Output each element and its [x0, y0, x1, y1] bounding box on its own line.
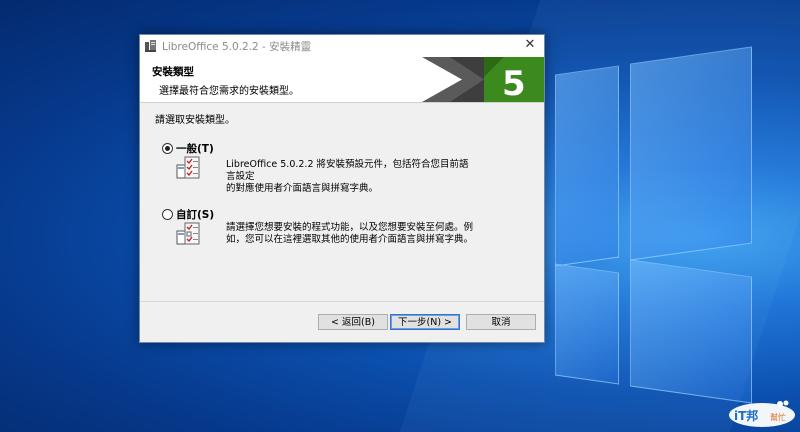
windows-logo-pane: [555, 65, 619, 267]
wizard-body: 請選取安裝類型。 一般(T) LibreOffice 5.0.2.2 將安裝預設…: [140, 103, 544, 301]
typical-install-icon: [176, 156, 200, 179]
cancel-button[interactable]: 取消: [466, 314, 536, 330]
typical-description-line1: LibreOffice 5.0.2.2 將安裝預設元件，包括符合您目前語言設定: [226, 159, 469, 182]
wizard-header: 安裝類型 選擇最符合您需求的安裝類型。 5: [140, 57, 544, 103]
windows-logo-pane: [555, 263, 619, 385]
title-bar[interactable]: LibreOffice 5.0.2.2 - 安裝精靈 ✕: [140, 35, 544, 58]
radio-custom[interactable]: 自訂(S): [162, 207, 214, 222]
page-subtitle: 選擇最符合您需求的安裝類型。: [159, 86, 299, 97]
page-title: 安裝類型: [152, 66, 194, 78]
ithome-watermark-logo: iT邦 幫忙: [729, 400, 795, 427]
radio-typical[interactable]: 一般(T): [162, 141, 214, 156]
watermark-text-main: iT邦: [734, 408, 758, 423]
custom-description-line2: 如，您可以在這裡選取其他的使用者介面語言與拼寫字典。: [226, 234, 474, 245]
radio-label-custom[interactable]: 自訂(S): [176, 207, 214, 222]
window-title: LibreOffice 5.0.2.2 - 安裝精靈: [162, 41, 312, 53]
radio-label-typical[interactable]: 一般(T): [176, 141, 214, 156]
close-icon[interactable]: ✕: [522, 37, 538, 53]
libreoffice-app-icon: [145, 40, 156, 52]
custom-description-line1: 請選擇您想要安裝的程式功能，以及您想要安裝至何處。例: [226, 222, 474, 233]
banner-number: 5: [502, 64, 526, 102]
next-button[interactable]: 下一步(N) >: [390, 314, 460, 330]
back-button[interactable]: < 返回(B): [318, 314, 388, 330]
instruction-text: 請選取安裝類型。: [155, 115, 235, 126]
installer-dialog: LibreOffice 5.0.2.2 - 安裝精靈 ✕ 安裝類型 選擇最符合您…: [139, 34, 545, 343]
typical-description-line2: 的對應使用者介面語言與拼寫字典。: [226, 183, 379, 194]
watermark-text-sub: 幫忙: [770, 412, 786, 422]
windows-logo-pane: [630, 46, 752, 261]
typical-description: LibreOffice 5.0.2.2 將安裝預設元件，包括符合您目前語言設定 …: [226, 159, 476, 195]
desktop: { "window": { "title": "LibreOffice 5.0.…: [0, 0, 800, 432]
libreoffice-banner-icon: 5: [422, 57, 544, 102]
radio-button-custom[interactable]: [162, 209, 173, 220]
custom-install-icon: [176, 222, 200, 245]
wizard-footer: < 返回(B) 下一步(N) > 取消: [140, 301, 544, 343]
radio-button-typical[interactable]: [162, 143, 173, 154]
windows-logo-pane: [630, 259, 752, 404]
custom-description: 請選擇您想要安裝的程式功能，以及您想要安裝至何處。例 如，您可以在這裡選取其他的…: [226, 222, 476, 246]
